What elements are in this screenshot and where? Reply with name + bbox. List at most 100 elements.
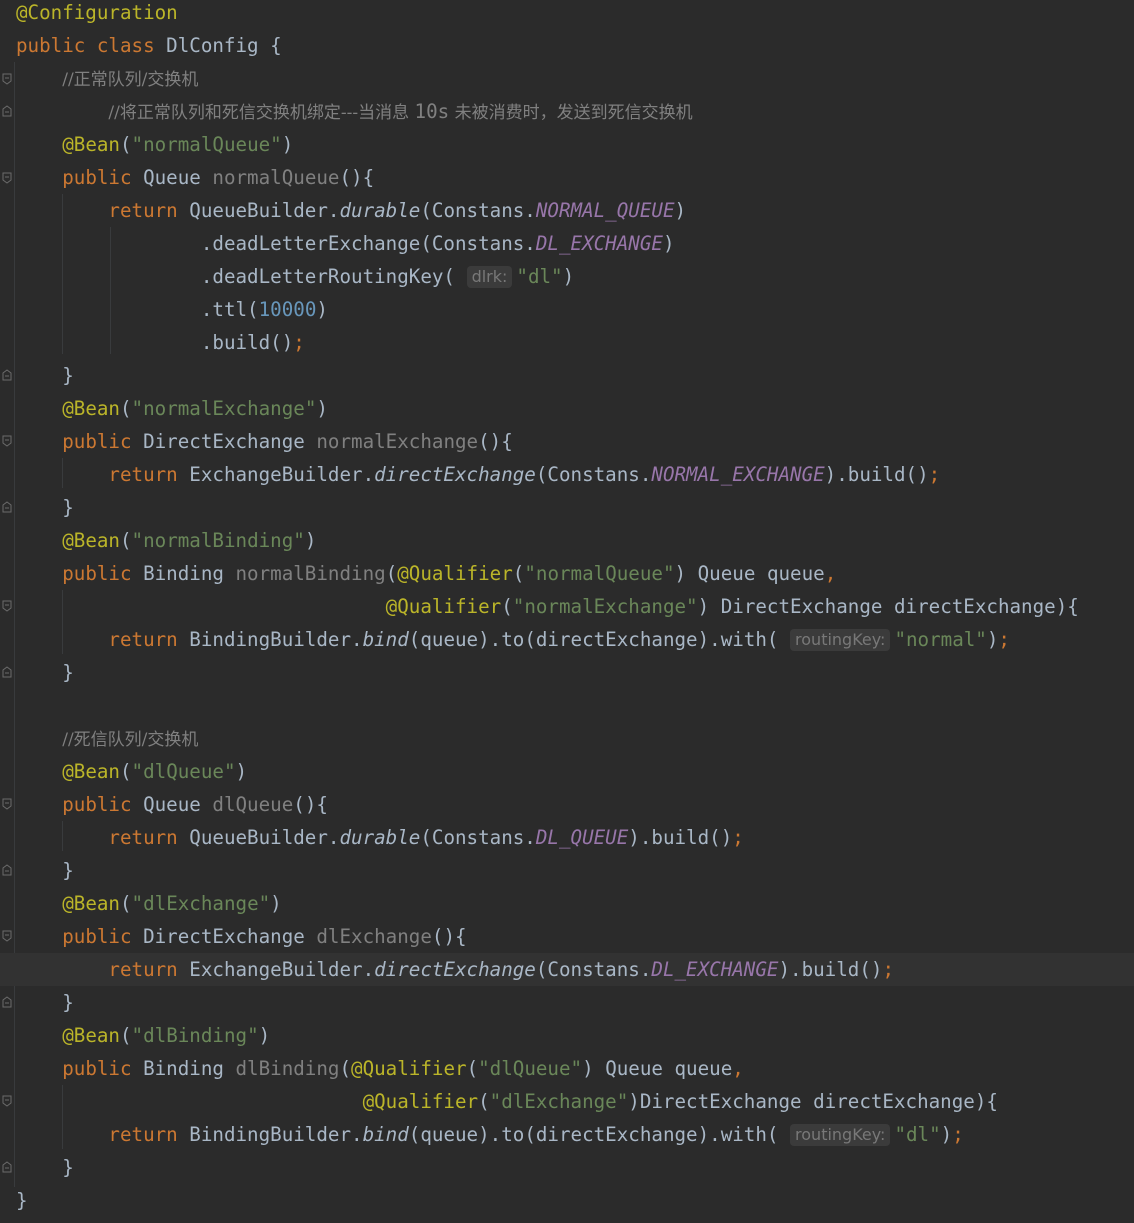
static-call: directExchange — [374, 463, 536, 486]
fold-marker-icon[interactable] — [2, 435, 12, 447]
paren: ( — [478, 1090, 490, 1113]
static-call: durable — [339, 199, 421, 222]
keyword: return — [108, 628, 178, 651]
code-text: (Constans. — [535, 958, 652, 981]
code-line[interactable]: return BindingBuilder.bind(queue).to(dir… — [16, 623, 1010, 656]
code-line[interactable]: @Bean("dlExchange") — [16, 887, 282, 920]
class-name: DlConfig { — [154, 34, 282, 57]
code-line[interactable]: .build(); — [16, 326, 305, 359]
code-line[interactable]: @Bean("dlBinding") — [16, 1019, 270, 1052]
code-line[interactable]: @Bean("dlQueue") — [16, 755, 247, 788]
annotation: @Bean — [62, 397, 120, 420]
current-code-line[interactable]: return ExchangeBuilder.directExchange(Co… — [0, 953, 1134, 986]
paren: ( — [119, 892, 132, 915]
code-line[interactable]: return ExchangeBuilder.directExchange(Co… — [16, 458, 940, 491]
code-line[interactable]: } — [16, 491, 74, 524]
fold-marker-icon[interactable] — [2, 798, 12, 810]
fold-marker-icon[interactable] — [2, 666, 12, 678]
fold-marker-icon[interactable] — [2, 369, 12, 381]
fold-marker-icon[interactable] — [2, 996, 12, 1008]
string-literal: "normal" — [894, 628, 987, 651]
fold-marker-icon[interactable] — [2, 172, 12, 184]
code-line[interactable]: //正常队列/交换机 — [16, 62, 198, 95]
code-text: ) — [562, 265, 575, 288]
code-text: QueueBuilder. — [177, 826, 340, 849]
fold-marker-icon[interactable] — [2, 1161, 12, 1173]
constant: DL_EXCHANGE — [651, 958, 779, 981]
code-line[interactable]: .deadLetterExchange(Constans.DL_EXCHANGE… — [16, 227, 675, 260]
constant: NORMAL_EXCHANGE — [651, 463, 825, 486]
fold-marker-icon[interactable] — [2, 930, 12, 942]
code-line[interactable]: //将正常队列和死信交换机绑定---当消息 10s 未被消费时，发送到死信交换机 — [16, 95, 693, 128]
code-line[interactable]: } — [16, 656, 74, 689]
code-line[interactable]: } — [16, 854, 74, 887]
code-line[interactable]: @Qualifier("normalExchange") DirectExcha… — [16, 590, 1079, 623]
code-line[interactable]: } — [16, 1184, 28, 1217]
string-literal: "normalExchange" — [131, 397, 317, 420]
method-name: normalQueue — [212, 166, 340, 189]
fold-marker-icon[interactable] — [2, 73, 12, 85]
code-text: (){ — [293, 793, 328, 816]
code-text: (queue).to(directExchange).with( — [408, 1123, 779, 1146]
annotation: @Bean — [62, 529, 120, 552]
comma: , — [732, 1057, 744, 1080]
code-line[interactable]: public Binding dlBinding(@Qualifier("dlQ… — [16, 1052, 744, 1085]
code-text: ) Queue queue — [674, 562, 825, 585]
code-line[interactable]: } — [16, 359, 74, 392]
code-text: (Constans. — [420, 826, 536, 849]
semicolon: ; — [952, 1123, 964, 1146]
code-line[interactable]: public DirectExchange normalExchange(){ — [16, 425, 513, 458]
code-text: ).build() — [628, 826, 733, 849]
code-line[interactable]: } — [16, 986, 74, 1019]
semicolon: ; — [732, 826, 744, 849]
code-line[interactable]: .deadLetterRoutingKey( dlrk: "dl") — [16, 260, 574, 293]
code-editor[interactable]: @Configuration public class DlConfig { /… — [0, 0, 1134, 1223]
string-literal: "dlQueue" — [131, 760, 236, 783]
comment: //正常队列/交换机 — [62, 70, 199, 90]
code-line[interactable]: public DirectExchange dlExchange(){ — [16, 920, 466, 953]
fold-marker-icon[interactable] — [2, 1095, 12, 1107]
method-name: dlQueue — [212, 793, 294, 816]
type-name: Queue — [131, 166, 213, 189]
comment: 未被消费时，发送到死信交换机 — [449, 103, 693, 123]
constant: NORMAL_QUEUE — [535, 199, 675, 222]
code-line[interactable]: public Queue dlQueue(){ — [16, 788, 328, 821]
paren: ( — [119, 1024, 132, 1047]
code-line[interactable]: } — [16, 1151, 74, 1184]
code-text: )DirectExchange directExchange){ — [628, 1090, 998, 1113]
annotation: @Qualifier — [397, 562, 513, 585]
code-line[interactable]: @Bean("normalQueue") — [16, 128, 293, 161]
paren: ( — [119, 133, 132, 156]
code-line[interactable]: public Queue normalQueue(){ — [16, 161, 374, 194]
annotation: @Bean — [62, 133, 120, 156]
fold-marker-icon[interactable] — [2, 501, 12, 513]
code-line[interactable]: //死信队列/交换机 — [16, 722, 198, 755]
code-line[interactable]: .ttl(10000) — [16, 293, 328, 326]
code-text: ExchangeBuilder. — [177, 958, 375, 981]
fold-marker-icon[interactable] — [2, 105, 12, 117]
code-line[interactable]: @Qualifier("dlExchange")DirectExchange d… — [16, 1085, 998, 1118]
constant: DL_QUEUE — [535, 826, 629, 849]
keyword: public — [62, 793, 132, 816]
code-line[interactable]: return QueueBuilder.durable(Constans.NOR… — [16, 194, 686, 227]
fold-marker-icon[interactable] — [2, 600, 12, 612]
comment: 10s — [414, 100, 450, 123]
code-line[interactable]: return BindingBuilder.bind(queue).to(dir… — [16, 1118, 964, 1151]
paren: ) — [281, 133, 294, 156]
code-text: .ttl( — [200, 298, 259, 321]
type-name: Binding — [131, 1057, 236, 1080]
paren: ) — [258, 1024, 271, 1047]
code-line[interactable]: public Binding normalBinding(@Qualifier(… — [16, 557, 836, 590]
code-text: ).build() — [778, 958, 883, 981]
code-line[interactable]: @Bean("normalBinding") — [16, 524, 316, 557]
string-literal: "dlExchange" — [489, 1090, 629, 1113]
code-line[interactable]: @Bean("normalExchange") — [16, 392, 328, 425]
code-text: .build() — [200, 331, 294, 354]
method-name: normalBinding — [235, 562, 386, 585]
paren: ( — [119, 397, 132, 420]
code-line[interactable]: public class DlConfig { — [16, 29, 282, 62]
fold-marker-icon[interactable] — [2, 864, 12, 876]
string-literal: "normalBinding" — [131, 529, 305, 552]
code-line[interactable]: return QueueBuilder.durable(Constans.DL_… — [16, 821, 744, 854]
code-line[interactable]: @Configuration — [16, 0, 178, 29]
